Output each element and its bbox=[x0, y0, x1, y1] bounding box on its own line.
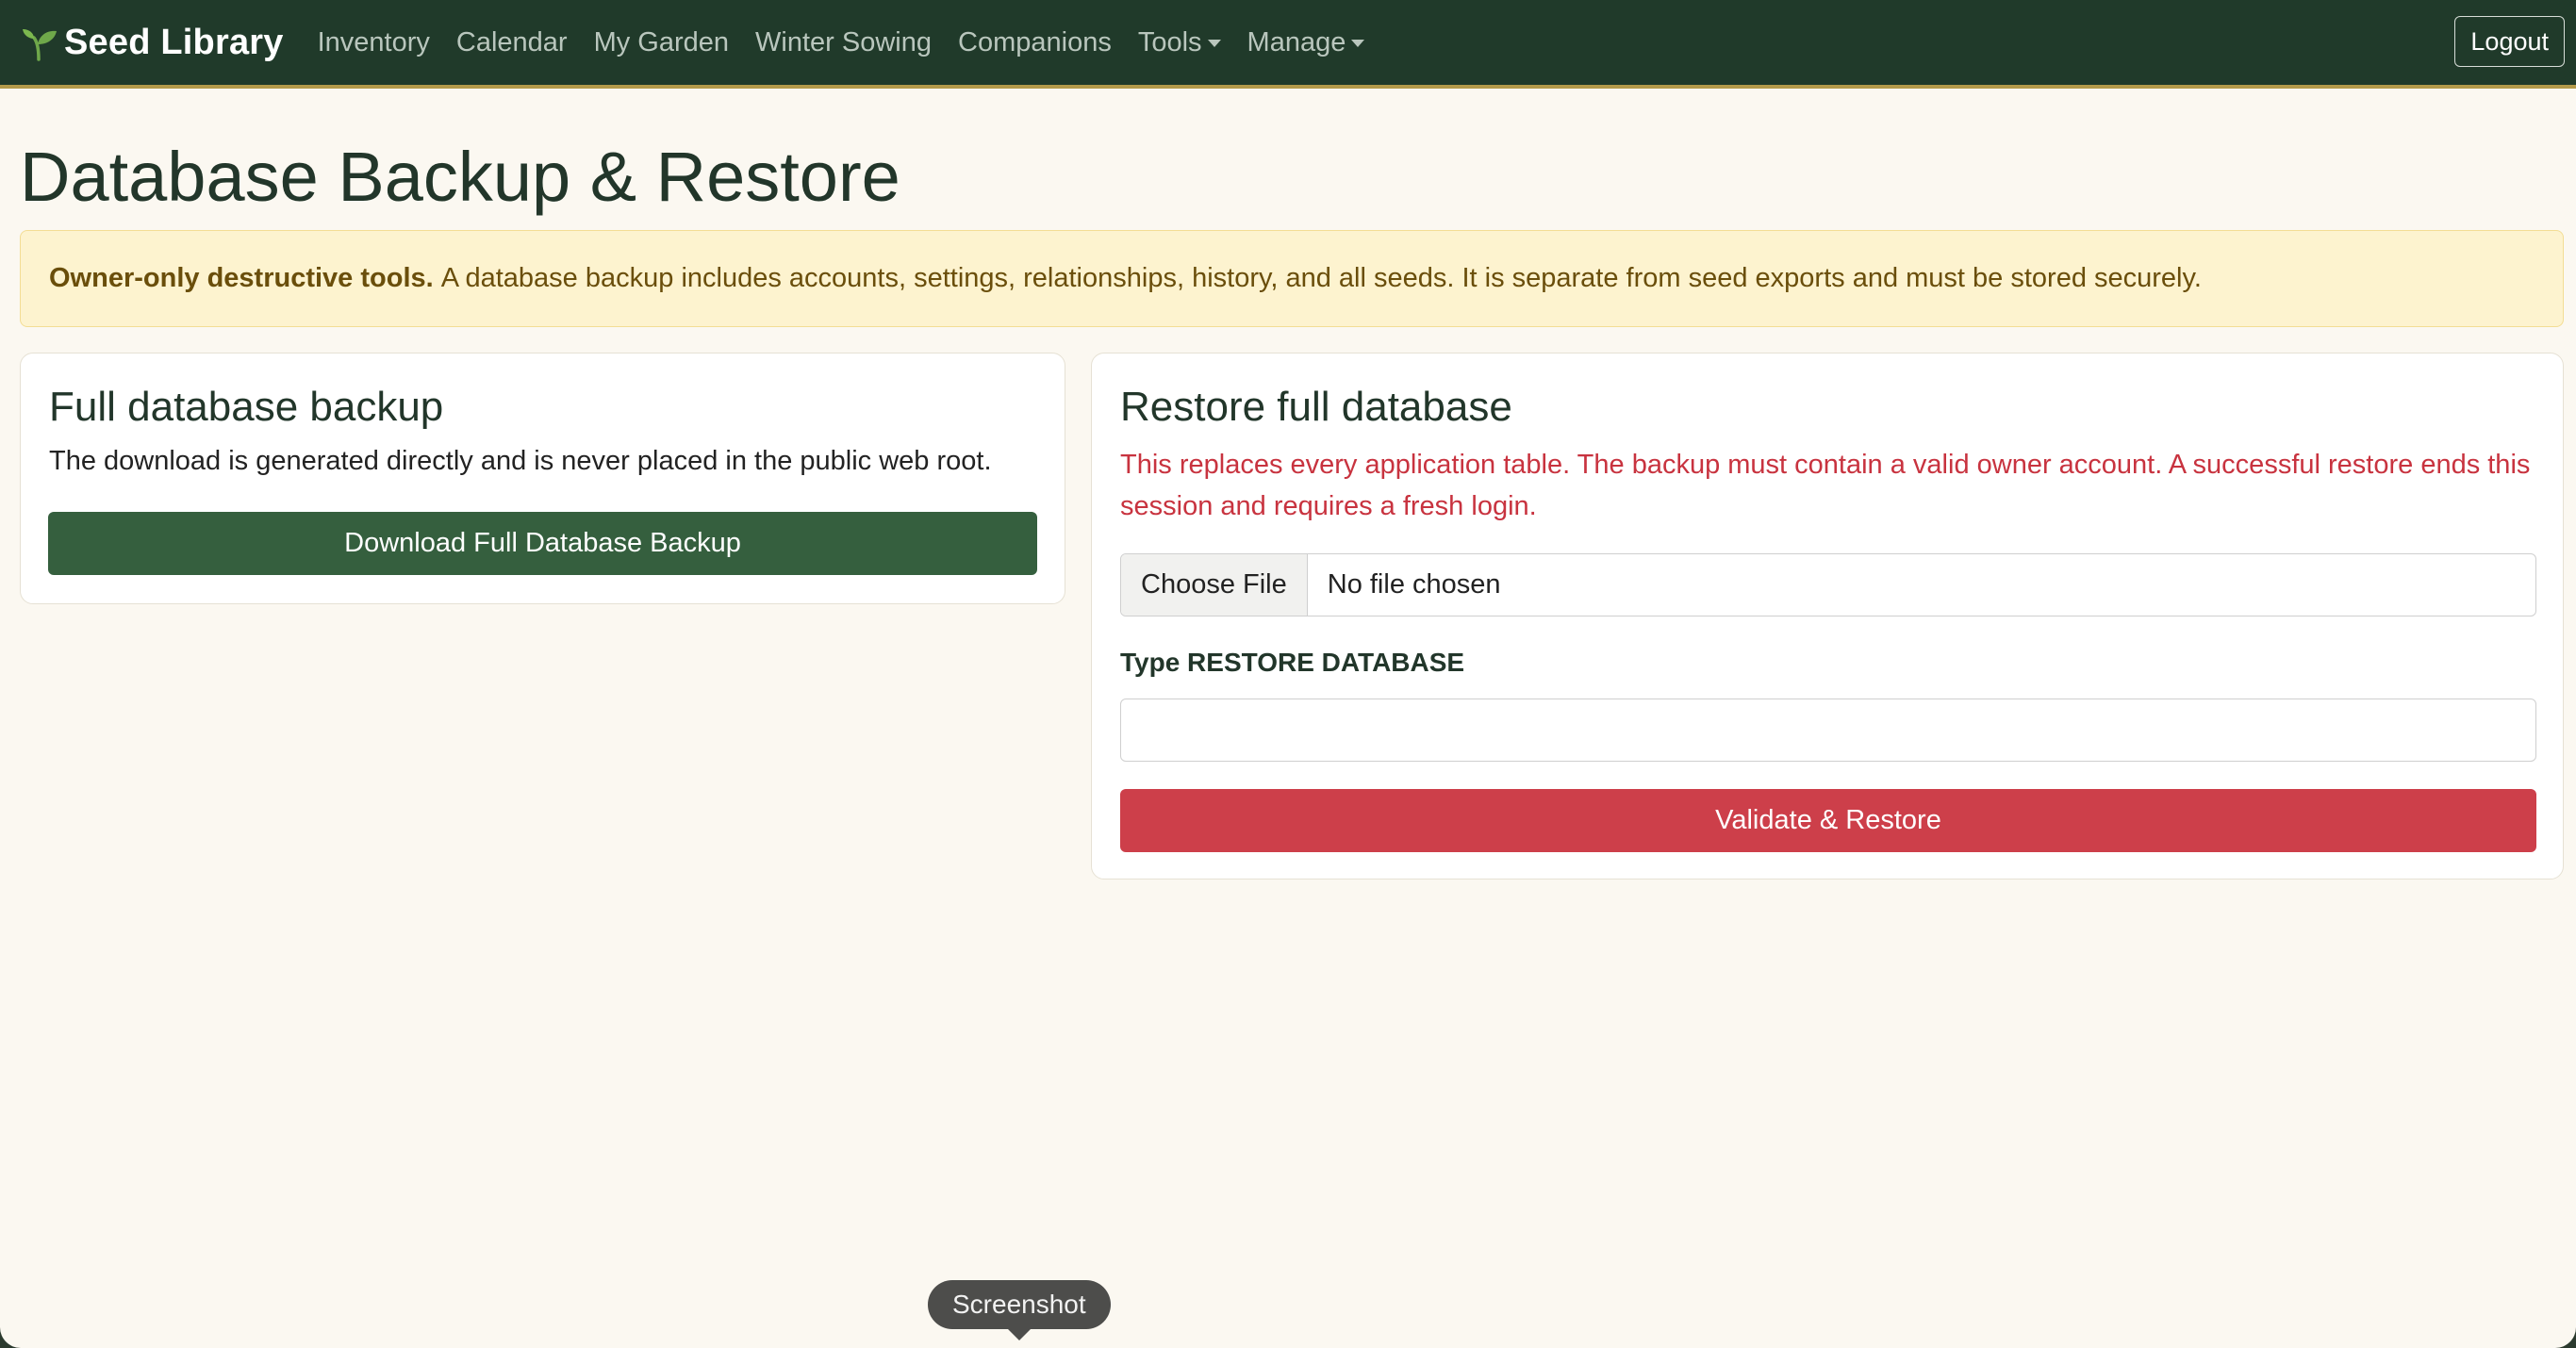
brand-link[interactable]: Seed Library bbox=[21, 23, 284, 63]
download-backup-button[interactable]: Download Full Database Backup bbox=[48, 512, 1037, 575]
restore-card-title: Restore full database bbox=[1120, 384, 1512, 430]
browser-window: Seed Library Inventory Calendar My Garde… bbox=[0, 0, 2576, 1348]
brand-name: Seed Library bbox=[64, 22, 284, 62]
caret-down-icon bbox=[1351, 40, 1365, 47]
nav-companions[interactable]: Companions bbox=[945, 27, 1125, 58]
screenshot-tooltip: Screenshot bbox=[928, 1280, 1111, 1340]
validate-restore-button[interactable]: Validate & Restore bbox=[1120, 789, 2536, 852]
sprout-icon bbox=[23, 29, 57, 61]
nav-winter-sowing[interactable]: Winter Sowing bbox=[742, 27, 945, 58]
restore-card: Restore full database This replaces ever… bbox=[1091, 353, 2564, 879]
confirm-input[interactable] bbox=[1120, 699, 2536, 762]
nav-links: Inventory Calendar My Garden Winter Sowi… bbox=[305, 27, 1379, 58]
choose-file-button[interactable]: Choose File bbox=[1121, 554, 1308, 616]
confirm-label: Type RESTORE DATABASE bbox=[1120, 648, 1465, 677]
nav-manage-label: Manage bbox=[1247, 26, 1346, 58]
nav-manage-dropdown[interactable]: Manage bbox=[1234, 27, 1379, 58]
backup-description: The download is generated directly and i… bbox=[49, 446, 992, 476]
restore-warning: This replaces every application table. T… bbox=[1120, 450, 2531, 521]
file-status: No file chosen bbox=[1327, 569, 1501, 600]
nav-inventory[interactable]: Inventory bbox=[305, 27, 443, 58]
nav-calendar[interactable]: Calendar bbox=[443, 27, 581, 58]
nav-my-garden[interactable]: My Garden bbox=[581, 27, 742, 58]
nav-tools-dropdown[interactable]: Tools bbox=[1125, 27, 1234, 58]
logout-button[interactable]: Logout bbox=[2454, 16, 2565, 67]
top-navbar: Seed Library Inventory Calendar My Garde… bbox=[0, 0, 2576, 89]
backup-card: Full database backup The download is gen… bbox=[20, 353, 1065, 604]
page-title: Database Backup & Restore bbox=[20, 138, 900, 216]
alert-strong-text: Owner-only destructive tools. bbox=[49, 263, 434, 293]
alert-text: A database backup includes accounts, set… bbox=[440, 263, 2202, 293]
backup-card-title: Full database backup bbox=[49, 384, 444, 430]
backup-file-input[interactable]: Choose File No file chosen bbox=[1120, 553, 2536, 616]
caret-down-icon bbox=[1207, 40, 1221, 47]
owner-warning-alert: Owner-only destructive tools. A database… bbox=[20, 230, 2564, 327]
nav-tools-label: Tools bbox=[1137, 26, 1202, 58]
